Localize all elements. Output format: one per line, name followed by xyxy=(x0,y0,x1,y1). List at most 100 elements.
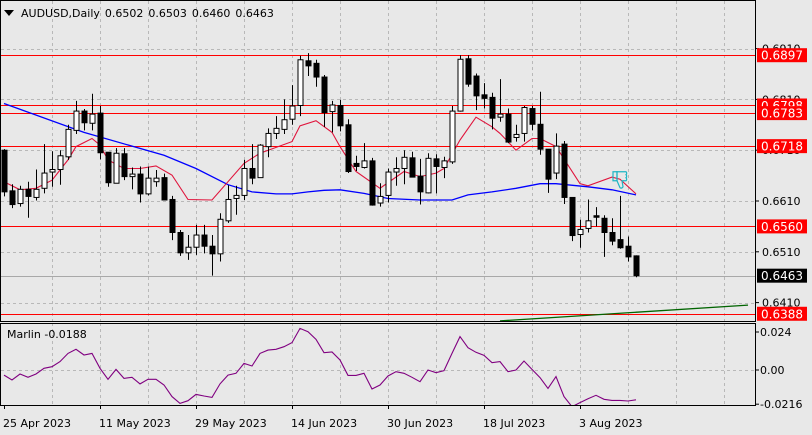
candle[interactable] xyxy=(105,151,112,187)
price-tick-label: 0.6610 xyxy=(762,195,801,208)
candle-body xyxy=(81,110,88,124)
candle-body xyxy=(329,104,336,113)
level-price-label: 0.6718 xyxy=(761,140,803,154)
indicator-tick-label: 0.024 xyxy=(760,326,792,339)
candle[interactable] xyxy=(569,196,576,242)
candle-body xyxy=(537,123,544,150)
candle[interactable] xyxy=(457,55,464,112)
candle-body xyxy=(49,169,56,173)
indicator-tick-label: 0.00 xyxy=(760,364,785,377)
candle-body xyxy=(137,173,144,195)
candle-body xyxy=(545,148,552,180)
candle-body xyxy=(417,175,424,193)
low-price: 0.6460 xyxy=(191,6,231,20)
candle-body xyxy=(297,59,304,106)
candle-body xyxy=(529,108,536,125)
candle-body xyxy=(585,220,592,229)
candle-body xyxy=(433,158,440,167)
candle[interactable] xyxy=(561,141,568,205)
candle-body xyxy=(25,188,32,197)
candle-body xyxy=(145,177,152,195)
candle-body xyxy=(273,127,280,134)
indicator-label: Marlin -0.0188 xyxy=(7,328,87,341)
candle[interactable] xyxy=(17,185,24,207)
candle-body xyxy=(225,198,232,222)
date-tick-label: 29 May 2023 xyxy=(195,417,267,430)
candle-body xyxy=(609,231,616,242)
candle-body xyxy=(505,113,512,143)
date-tick-label: 18 Jul 2023 xyxy=(483,417,545,430)
date-tick-label: 30 Jun 2023 xyxy=(387,417,453,430)
candle-body xyxy=(449,110,456,163)
candle-body xyxy=(105,151,112,184)
candle-body xyxy=(201,234,208,247)
candle[interactable] xyxy=(161,173,168,201)
candle[interactable] xyxy=(449,106,456,164)
level-price-label: 0.6388 xyxy=(761,307,803,321)
candle-body xyxy=(441,160,448,168)
candle[interactable] xyxy=(113,148,120,184)
candle-body xyxy=(369,160,376,206)
date-tick-label: 3 Aug 2023 xyxy=(579,417,642,430)
candle-body xyxy=(353,162,360,167)
candle[interactable] xyxy=(633,255,640,278)
candle-body xyxy=(337,104,344,127)
candle-body xyxy=(625,245,632,258)
candle-body xyxy=(73,110,80,131)
candle-body xyxy=(241,167,248,196)
candle-body xyxy=(409,157,416,178)
candle-body xyxy=(313,62,320,78)
candle-body xyxy=(209,245,216,255)
candle-body xyxy=(617,239,624,249)
candle-body xyxy=(1,149,8,193)
triangle-down-icon[interactable] xyxy=(4,10,14,16)
candle[interactable] xyxy=(217,213,224,262)
candle-body xyxy=(217,218,224,255)
candle[interactable] xyxy=(425,153,432,194)
indicator-name: Marlin xyxy=(7,328,41,341)
candle-body xyxy=(321,76,328,114)
candle-body xyxy=(129,173,136,178)
candle-body xyxy=(41,172,48,189)
candle[interactable] xyxy=(1,149,8,197)
candle-body xyxy=(601,217,608,233)
high-price: 0.6503 xyxy=(148,6,187,20)
candle[interactable] xyxy=(177,229,184,256)
candle-body xyxy=(65,128,72,158)
candle[interactable] xyxy=(257,144,264,179)
candle-body xyxy=(113,152,120,184)
candle[interactable] xyxy=(369,157,376,206)
candle-body xyxy=(377,195,384,204)
date-tick-label: 11 May 2023 xyxy=(99,417,171,430)
candle-body xyxy=(633,255,640,277)
candle-body xyxy=(265,132,272,148)
candle-body xyxy=(561,143,568,198)
indicator-value: -0.0188 xyxy=(44,328,87,341)
candle-body xyxy=(401,156,408,169)
candle[interactable] xyxy=(65,124,72,160)
candle-body xyxy=(185,246,192,254)
candle[interactable] xyxy=(345,119,352,174)
candle-body xyxy=(465,58,472,85)
candle[interactable] xyxy=(97,106,104,160)
candle-body xyxy=(457,58,464,112)
candle-body xyxy=(289,105,296,120)
level-price-label: 0.6897 xyxy=(761,49,803,63)
candle-body xyxy=(249,167,256,179)
candle[interactable] xyxy=(465,55,472,87)
candle-body xyxy=(361,160,368,168)
indicator-tick-label: -0.0216 xyxy=(760,398,802,411)
candle[interactable] xyxy=(505,108,512,144)
candle-body xyxy=(57,155,64,171)
candle-body xyxy=(473,75,480,97)
chart-header: AUDUSD,Daily 0.6502 0.6503 0.6460 0.6463 xyxy=(4,6,279,20)
candle-body xyxy=(385,171,392,196)
candle-body xyxy=(489,96,496,119)
open-price: 0.6502 xyxy=(104,6,144,20)
price-tick-label: 0.6510 xyxy=(762,246,801,259)
candle-body xyxy=(161,177,168,201)
candle-body xyxy=(121,153,128,178)
candle-body xyxy=(345,124,352,173)
candle-body xyxy=(393,167,400,173)
chart-canvas: 0.69100.68100.67100.66100.65100.64100.68… xyxy=(0,0,812,435)
